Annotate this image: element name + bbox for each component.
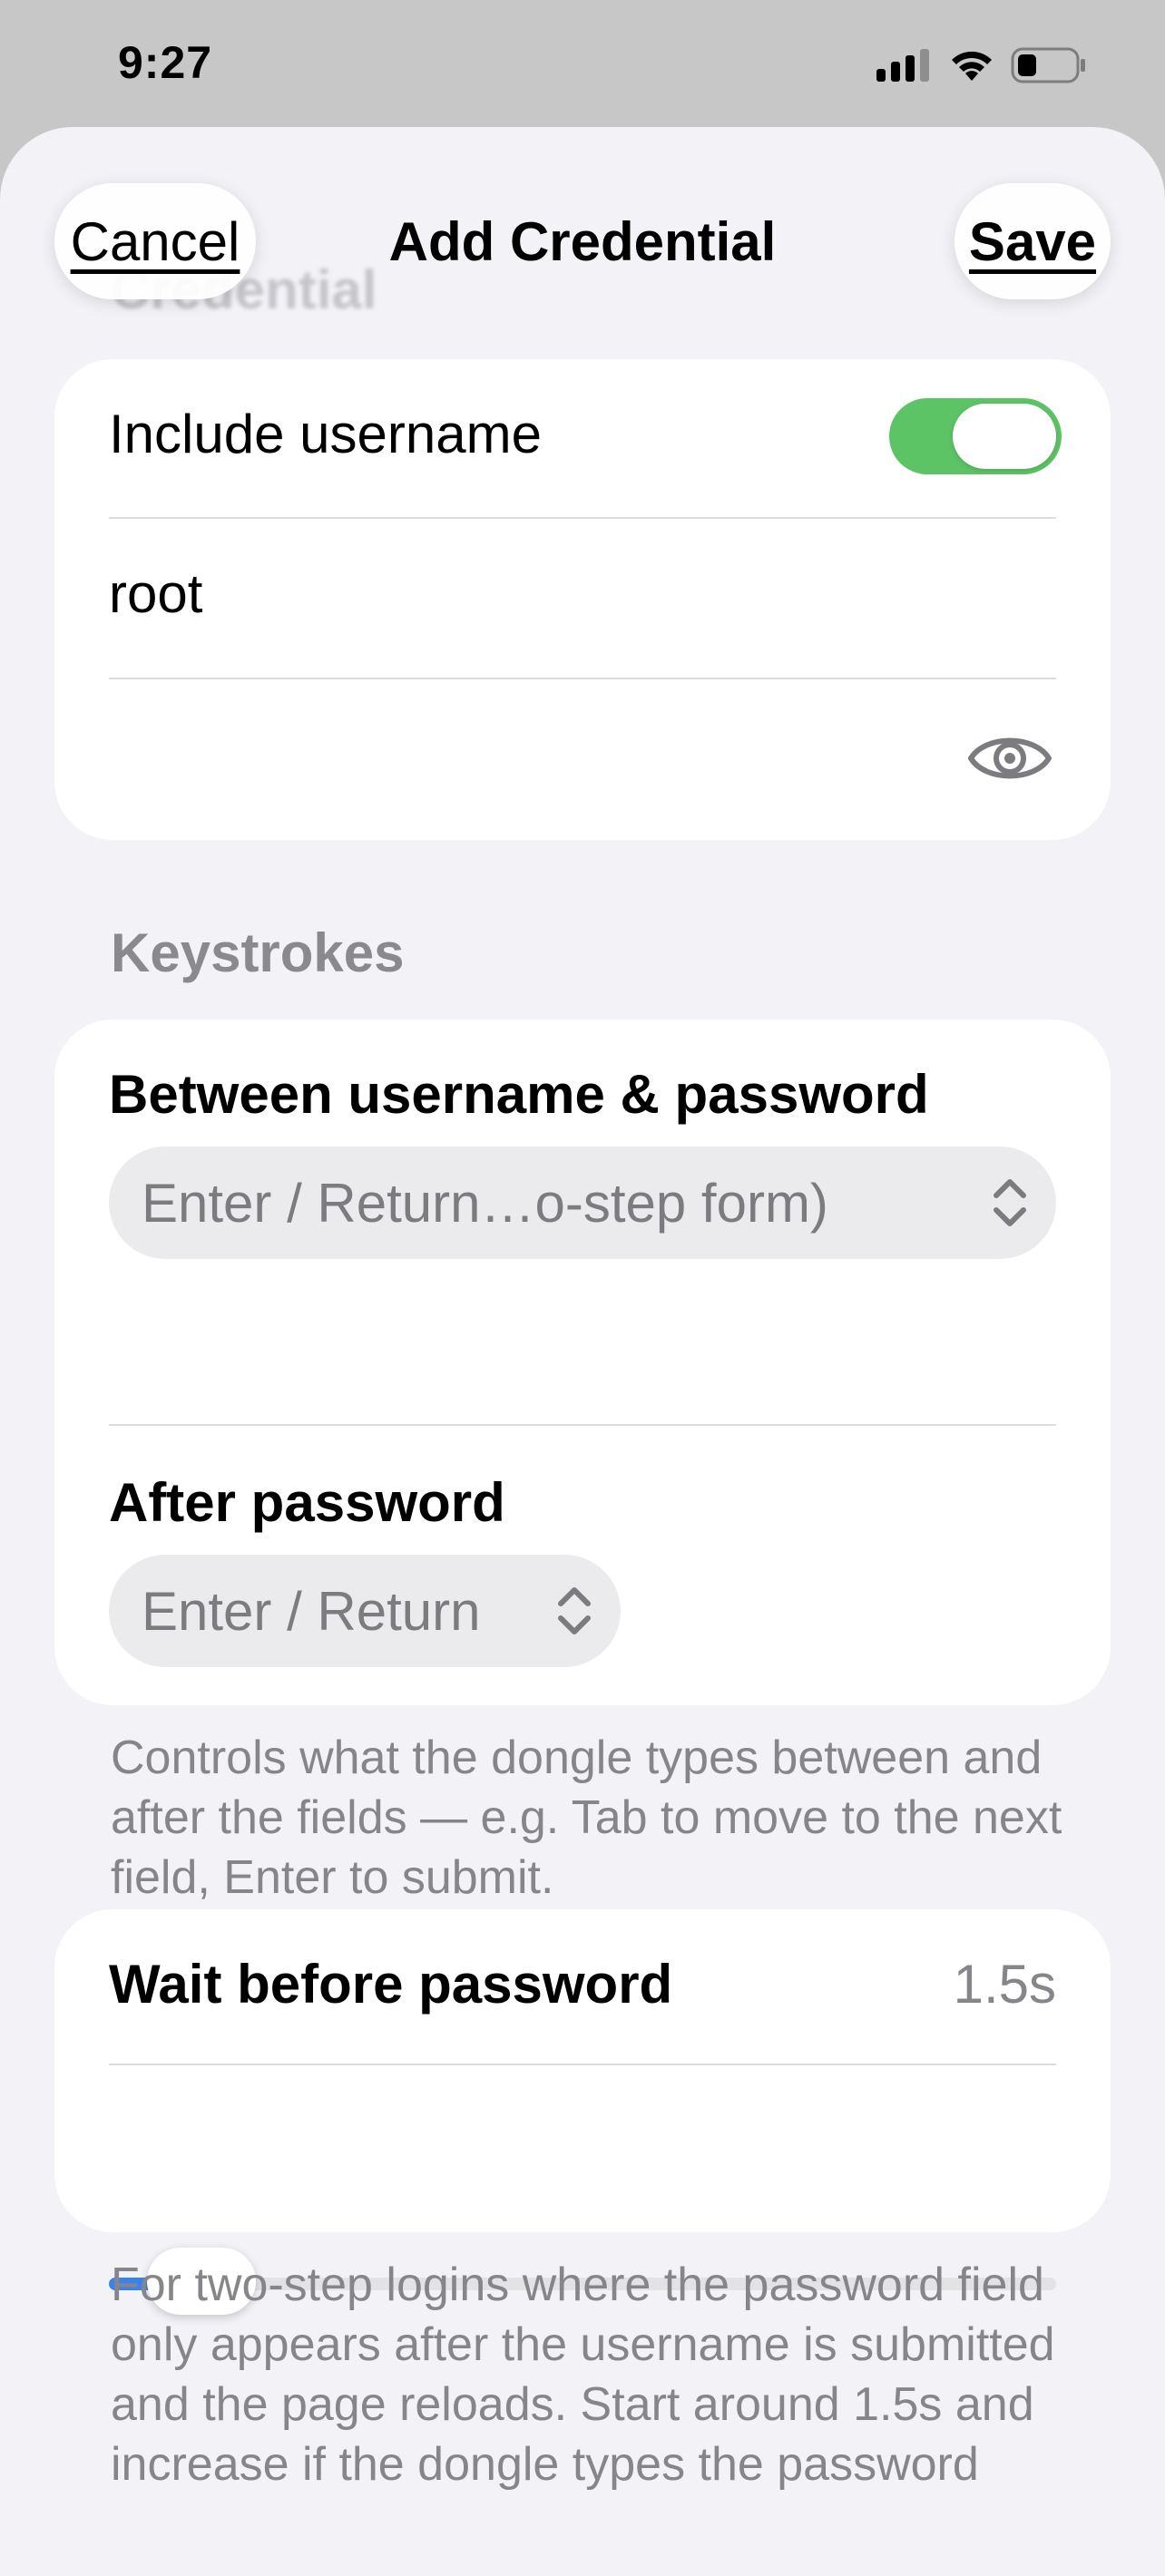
add-credential-sheet: Credential Cancel Add Credential Save In… <box>0 127 1165 2576</box>
after-password-label: After password <box>109 1472 505 1533</box>
keystrokes-card: Between username & password Enter / Retu… <box>54 1020 1111 1705</box>
keystrokes-footnote: Controls what the dongle types between a… <box>111 1732 1062 1904</box>
wifi-icon <box>952 51 992 81</box>
status-icons <box>876 47 1087 83</box>
nav-bar: Credential Cancel Add Credential Save <box>0 127 1165 354</box>
eye-icon[interactable] <box>967 729 1052 787</box>
toggle-knob <box>953 404 1056 469</box>
status-time: 9:27 <box>118 37 213 88</box>
divider <box>109 1424 1056 1426</box>
save-button[interactable]: Save <box>955 183 1111 299</box>
keystrokes-section-header: Keystrokes <box>111 922 405 983</box>
chevron-up-down-icon <box>558 1587 591 1634</box>
between-picker-value: Enter / Return…o-step form) <box>142 1172 828 1234</box>
password-field[interactable] <box>109 726 925 789</box>
divider <box>109 678 1056 679</box>
wait-value: 1.5s <box>953 1954 1056 2015</box>
status-bar: 9:27 <box>0 0 1165 127</box>
wait-footnote: For two-step logins where the password f… <box>111 2259 1055 2491</box>
after-password-picker[interactable]: Enter / Return <box>109 1555 621 1667</box>
include-username-label: Include username <box>109 404 542 464</box>
divider <box>109 2064 1056 2065</box>
battery-icon <box>1011 47 1085 83</box>
divider <box>109 517 1056 519</box>
username-field[interactable]: root <box>109 562 202 625</box>
between-label: Between username & password <box>109 1064 929 1125</box>
include-username-toggle[interactable] <box>889 398 1062 474</box>
wait-card: Wait before password 1.5s <box>54 1909 1111 2232</box>
after-picker-value: Enter / Return <box>142 1580 481 1642</box>
chevron-up-down-icon <box>994 1179 1026 1226</box>
between-picker[interactable]: Enter / Return…o-step form) <box>109 1147 1056 1259</box>
credential-card: Include username root <box>54 359 1111 840</box>
wait-label: Wait before password <box>109 1954 673 2015</box>
cellular-signal-icon <box>876 49 929 82</box>
